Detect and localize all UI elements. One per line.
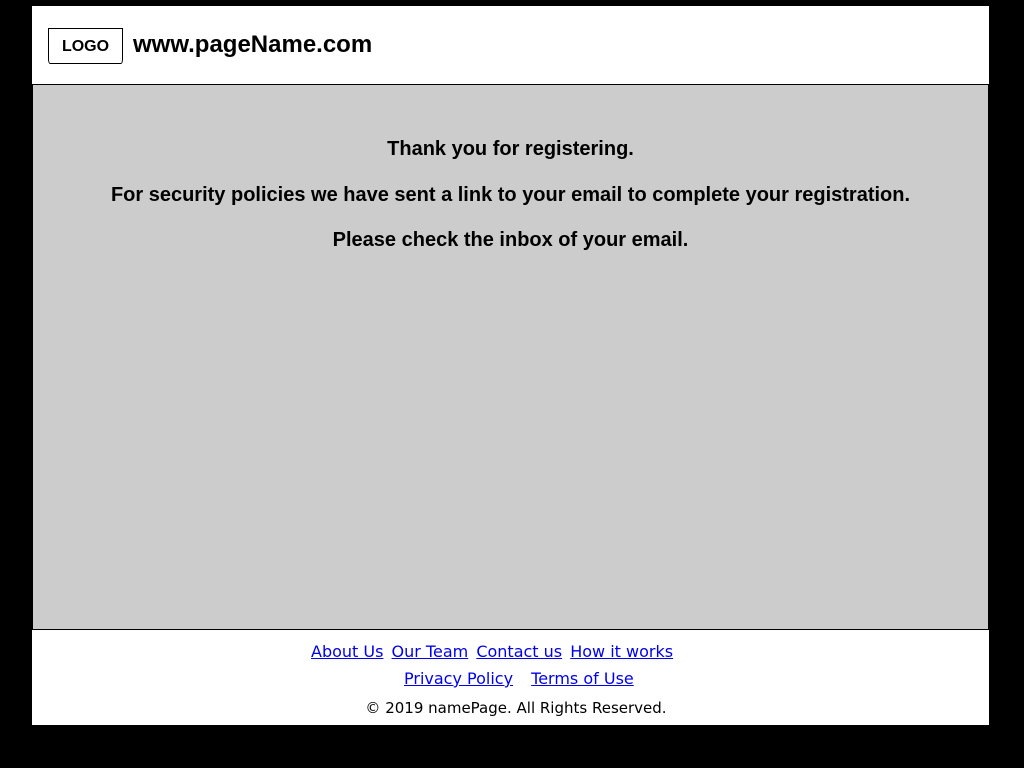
check-inbox-message: Please check the inbox of your email.: [332, 229, 689, 251]
footer-link-privacy-policy[interactable]: Privacy Policy: [404, 669, 513, 688]
copyright-text: © 2019 namePage. All Rights Reserved.: [365, 699, 667, 717]
footer-link-contact-us[interactable]: Contact us: [476, 642, 562, 661]
main-content: Thank you for registering. For security …: [32, 85, 989, 630]
security-message: For security policies we have sent a lin…: [110, 184, 911, 206]
footer-links-row-2: Privacy Policy Terms of Use: [404, 668, 634, 690]
logo[interactable]: LOGO: [48, 28, 123, 64]
footer: About Us Our Team Contact us How it work…: [32, 631, 989, 725]
footer-link-about-us[interactable]: About Us: [311, 642, 383, 661]
header: LOGO www.pageName.com: [32, 6, 989, 85]
footer-link-our-team[interactable]: Our Team: [392, 642, 469, 661]
footer-link-terms-of-use[interactable]: Terms of Use: [531, 669, 634, 688]
footer-links-row-1: About Us Our Team Contact us How it work…: [311, 641, 673, 663]
thank-you-message: Thank you for registering.: [387, 138, 634, 160]
site-name: www.pageName.com: [133, 31, 373, 58]
page-container: LOGO www.pageName.com Thank you for regi…: [32, 6, 989, 725]
footer-link-how-it-works[interactable]: How it works: [570, 642, 673, 661]
